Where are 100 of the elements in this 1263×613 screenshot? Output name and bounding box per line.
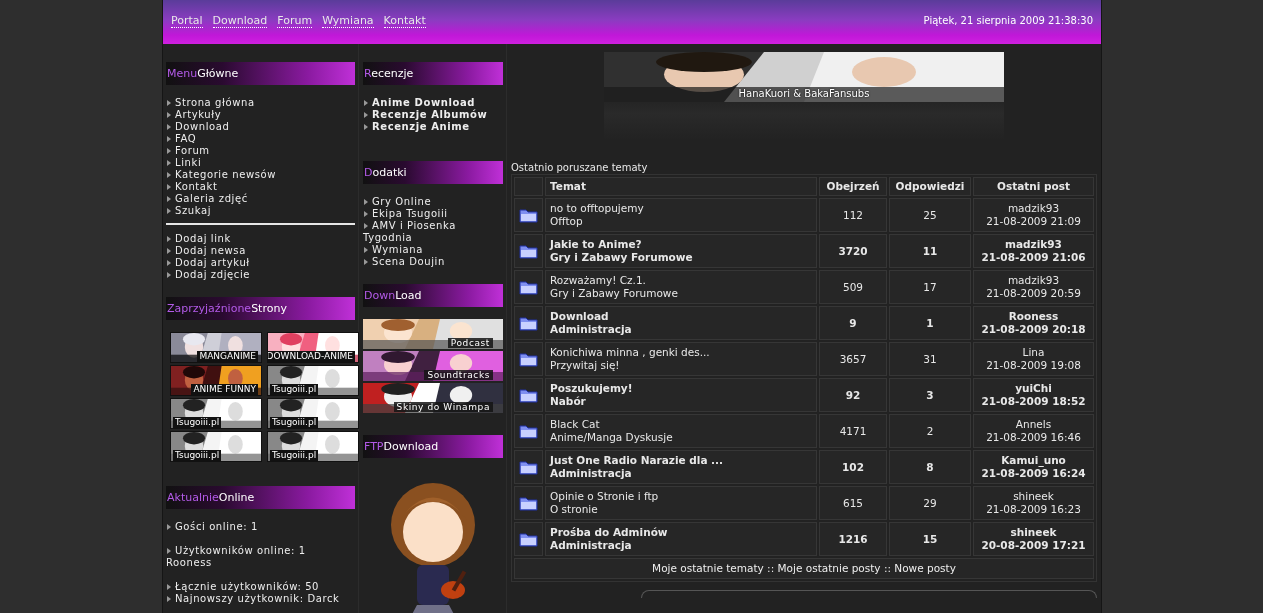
date-text: Piątek, 21 sierpnia 2009 21:38:30 (923, 15, 1093, 28)
last-post-cell: yuiChi 21-08-2009 18:52 (973, 378, 1094, 412)
menu-link[interactable]: Ekipa Tsugoiii (363, 208, 503, 220)
bullet-icon (167, 548, 171, 554)
menu-link[interactable]: Kategorie newsów (175, 169, 277, 181)
topic-row[interactable]: no to offtopujemy Offtop 112 25 madzik93 21-08-2009 21:09 (514, 198, 1094, 232)
topic-cell[interactable]: Rozważamy! Cz.1. Gry i Zabawy Forumowe (545, 270, 817, 304)
banner-caption: ANIME FUNNY (191, 384, 258, 395)
topic-cell[interactable]: Just One Radio Narazie dla ... Administracja (545, 450, 817, 484)
topic-cell[interactable]: Prośba do Adminów Administracja (545, 522, 817, 556)
banner-caption: Podcast (447, 338, 493, 348)
menu-link[interactable]: Galeria zdjęć (175, 193, 248, 205)
topic-cell[interactable]: Opinie o Stronie i ftp O stronie (545, 486, 817, 520)
menu-link[interactable]: Dodaj artykuł (175, 257, 250, 269)
nav-link[interactable]: Forum (277, 14, 313, 28)
topic-cell[interactable]: Jakie to Anime? Gry i Zabawy Forumowe (545, 234, 817, 268)
topic-row[interactable]: Just One Radio Narazie dla ... Administracja 102 8 Kamui_uno 21-08-2009 16:24 (514, 450, 1094, 484)
bullet-icon (364, 112, 368, 118)
link-banner[interactable]: Tsugoiii.pl (170, 431, 262, 462)
section-title: DownLoad (363, 284, 503, 307)
link-banner[interactable]: DOWNLOAD-ANIME (267, 332, 359, 363)
topic-row[interactable]: Poszukujemy! Nabór 92 3 yuiChi 21-08-2009 18:52 (514, 378, 1094, 412)
menu-link[interactable]: Recenzje Albumów (372, 109, 488, 121)
topic-cell[interactable]: Poszukujemy! Nabór (545, 378, 817, 412)
footer-link[interactable]: Nowe posty (894, 562, 956, 574)
folder-icon (519, 243, 538, 259)
link-banner[interactable]: MANGANIME (170, 332, 262, 363)
section-title: Dodatki (363, 161, 503, 184)
section-title: AktualnieOnline (166, 486, 355, 509)
topic-row[interactable]: Opinie o Stronie i ftp O stronie 615 29 shineek 21-08-2009 16:23 (514, 486, 1094, 520)
nav-link[interactable]: Portal (171, 14, 203, 28)
menu-link[interactable]: Artykuły (175, 109, 222, 121)
bullet-icon (167, 248, 171, 254)
banner-caption: Tsugoiii.pl (173, 450, 222, 461)
table-cell: 1216 (819, 522, 887, 556)
banner-caption: Skiny do Winampa (393, 402, 493, 412)
nav-link[interactable]: Wymiana (322, 14, 374, 28)
footer-link[interactable]: Moje ostatnie posty (777, 562, 881, 574)
bullet-icon (167, 112, 171, 118)
link-banner[interactable]: Tsugoiii.pl (170, 398, 262, 429)
menu-link[interactable]: FAQ (175, 133, 197, 145)
menu-link[interactable]: Dodaj zdjęcie (175, 269, 250, 281)
link-banner[interactable]: Tsugoiii.pl (267, 398, 359, 429)
menu-link[interactable]: Anime Download (372, 97, 476, 109)
footer-link[interactable]: Moje ostatnie tematy (652, 562, 764, 574)
menu-link[interactable]: Dodaj newsa (175, 245, 246, 257)
menu-link[interactable]: Kontakt (175, 181, 218, 193)
menu-link[interactable]: Szukaj (175, 205, 212, 217)
link-banner[interactable]: Tsugoiii.pl (267, 431, 359, 462)
banner-caption: Tsugoiii.pl (270, 417, 319, 428)
menu-link[interactable]: AMV i Piosenka Tygodnia (363, 220, 503, 244)
table-cell: 8 (889, 450, 971, 484)
menu-link[interactable]: Scena Doujin (363, 256, 503, 268)
nav-link[interactable]: Kontakt (383, 14, 426, 28)
banner-caption: HanaKuori & BakaFansubs (737, 89, 871, 101)
download-banner[interactable]: Podcast (363, 319, 503, 349)
topic-cell[interactable]: no to offtopujemy Offtop (545, 198, 817, 232)
last-post-cell: shineek 20-08-2009 17:21 (973, 522, 1094, 556)
nav-link[interactable]: Download (212, 14, 268, 28)
menu-link[interactable]: Linki (175, 157, 202, 169)
menu-link[interactable]: Download (175, 121, 230, 133)
section-title: Recenzje (363, 62, 503, 85)
menu-link[interactable]: Recenzje Anime (372, 121, 470, 133)
table-cell: 29 (889, 486, 971, 520)
column-header: Obejrzeń (819, 177, 887, 196)
topic-row[interactable]: Black Cat Anime/Manga Dyskusje 4171 2 Annels 21-08-2009 16:46 (514, 414, 1094, 448)
topic-cell[interactable]: Konichiwa minna , genki des... Przywitaj się! (545, 342, 817, 376)
banner-caption: Tsugoiii.pl (173, 417, 222, 428)
topic-cell[interactable]: Download Administracja (545, 306, 817, 340)
download-banner[interactable]: Soundtracks (363, 351, 503, 381)
menu-link[interactable]: Wymiana (363, 244, 503, 256)
bullet-icon (167, 184, 171, 190)
table-cell: 31 (889, 342, 971, 376)
link-banner[interactable]: ANIME FUNNY (170, 365, 262, 396)
topic-row[interactable]: Prośba do Adminów Administracja 1216 15 shineek 20-08-2009 17:21 (514, 522, 1094, 556)
bullet-icon (167, 100, 171, 106)
table-cell: 112 (819, 198, 887, 232)
download-banner[interactable]: Skiny do Winampa (363, 383, 503, 413)
menu-link[interactable]: Dodaj link (175, 233, 231, 245)
folder-icon (519, 459, 538, 475)
link-banner[interactable]: Tsugoiii.pl (267, 365, 359, 396)
folder-icon (519, 531, 538, 547)
topic-cell[interactable]: Black Cat Anime/Manga Dyskusje (545, 414, 817, 448)
last-post-cell: Lina 21-08-2009 19:08 (973, 342, 1094, 376)
bullet-icon (167, 524, 171, 530)
topic-row[interactable]: Download Administracja 9 1 Rooness 21-08-2009 20:18 (514, 306, 1094, 340)
column-header: Ostatni post (973, 177, 1094, 196)
table-cell: 92 (819, 378, 887, 412)
last-post-cell: madzik93 21-08-2009 20:59 (973, 270, 1094, 304)
menu-link[interactable]: Gry Online (363, 196, 503, 208)
table-cell: 509 (819, 270, 887, 304)
topic-row[interactable]: Konichiwa minna , genki des... Przywitaj się! 3657 31 Lina 21-08-2009 19:08 (514, 342, 1094, 376)
menu-link[interactable]: Strona główna (175, 97, 255, 109)
topic-row[interactable]: Rozważamy! Cz.1. Gry i Zabawy Forumowe 509 17 madzik93 21-08-2009 20:59 (514, 270, 1094, 304)
topic-row[interactable]: Jakie to Anime? Gry i Zabawy Forumowe 3720 11 madzik93 21-08-2009 21:06 (514, 234, 1094, 268)
online-text: Łącznie użytkowników: 50 (175, 581, 320, 593)
folder-icon (519, 387, 538, 403)
menu-link[interactable]: Forum (175, 145, 210, 157)
bullet-icon (167, 236, 171, 242)
table-cell: 4171 (819, 414, 887, 448)
